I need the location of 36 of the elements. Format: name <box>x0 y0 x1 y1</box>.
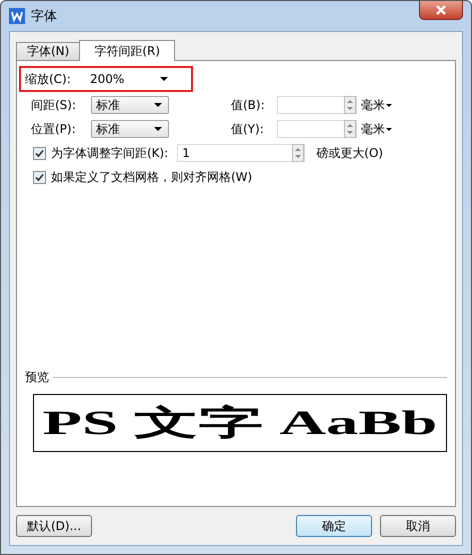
dropdown[interactable]: 标准 <box>91 120 169 138</box>
tab[interactable]: 字符间距(R) <box>79 40 176 61</box>
checkbox[interactable] <box>33 146 46 160</box>
dropdown[interactable]: 标准 <box>91 96 169 114</box>
field-label: 位置(P): <box>30 120 77 138</box>
unit-dropdown[interactable]: 毫米 <box>361 120 392 138</box>
preview-text: PS 文字 AaBb <box>42 403 438 444</box>
caret-icon <box>160 77 168 81</box>
field-label: 缩放(C): <box>25 70 72 88</box>
spinner-arrows-icon[interactable] <box>344 96 356 114</box>
window-title: 字体 <box>31 8 57 25</box>
field-label: 值(B): <box>231 96 266 114</box>
dialog-button[interactable]: 确定 <box>296 515 372 537</box>
close-icon <box>435 5 447 15</box>
dialog-button[interactable]: 取消 <box>380 515 456 537</box>
field-label: 值(Y): <box>231 120 265 138</box>
tab[interactable]: 字体(N) <box>16 42 80 60</box>
checkbox[interactable] <box>33 170 46 184</box>
checkbox-label: 如果定义了文档网格，则对齐网格(W) <box>51 168 252 186</box>
spin-field[interactable]: 1 <box>177 144 306 162</box>
field-label: 间距(S): <box>30 96 78 114</box>
app-logo-icon <box>9 8 25 24</box>
spin-field[interactable] <box>277 120 357 138</box>
checkbox-label: 为字体调整字间距(K): <box>51 144 168 162</box>
dialog-button[interactable]: 默认(D)... <box>16 515 92 537</box>
group-title: 预览 <box>25 369 49 386</box>
caret-icon <box>154 103 162 107</box>
spin-field[interactable] <box>277 96 357 114</box>
caret-icon <box>386 128 392 130</box>
spinner-arrows-icon[interactable] <box>292 144 304 162</box>
unit-dropdown[interactable]: 毫米 <box>361 96 392 114</box>
caret-icon <box>154 127 162 131</box>
spinner-arrows-icon[interactable] <box>344 120 356 138</box>
caret-icon <box>386 104 392 106</box>
close-button[interactable] <box>419 1 463 20</box>
field-label: 磅或更大(O) <box>316 144 384 162</box>
